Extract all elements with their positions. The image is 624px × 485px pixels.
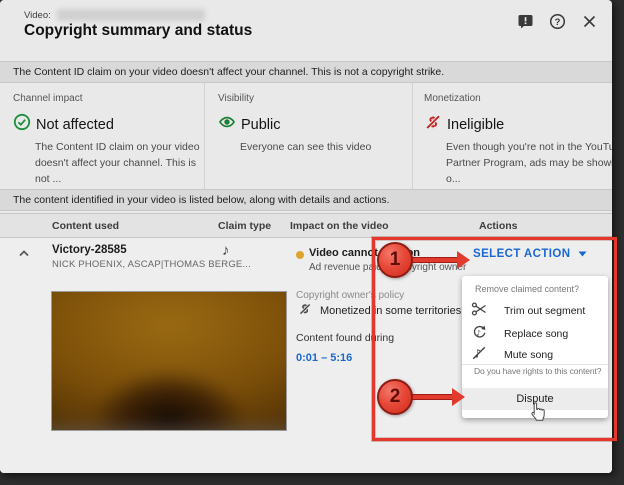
monetization-column: Monetization $ Ineligible Even though yo…: [413, 83, 612, 189]
channel-impact-column: Channel impact Not affected The Content …: [0, 83, 205, 189]
claim-info-banner: The Content ID claim on your video doesn…: [0, 61, 612, 83]
header-icon-group: ?: [516, 12, 598, 30]
channel-impact-status: Not affected: [36, 117, 114, 133]
column-header-actions: Actions: [479, 220, 518, 232]
help-icon[interactable]: ?: [548, 12, 566, 30]
visibility-status: Public: [241, 117, 281, 133]
screenshot-canvas: Video: Copyright summary and status ?: [0, 0, 624, 485]
dialog-title: Copyright summary and status: [24, 22, 252, 40]
monetization-label: Monetization: [424, 93, 612, 104]
hand-cursor-icon: [528, 400, 548, 428]
visibility-column: Visibility Public Everyone can see this …: [205, 83, 413, 189]
content-title: Victory-28585: [52, 244, 127, 256]
summary-section: Channel impact Not affected The Content …: [0, 83, 612, 189]
svg-text:?: ?: [554, 17, 560, 28]
table-header: Content used Claim type Impact on the vi…: [0, 213, 612, 238]
timestamp-link[interactable]: 0:01 – 5:16: [296, 352, 352, 364]
policy-dollar-slash-icon: $: [298, 302, 312, 321]
monetization-status: Ineligible: [447, 117, 504, 133]
close-icon[interactable]: [580, 12, 598, 30]
content-info-banner: The content identified in your video is …: [0, 189, 612, 211]
claim-status-dot: [296, 251, 304, 259]
annotation-step-1-badge: 1: [377, 242, 413, 278]
channel-impact-description: The Content ID claim on your video doesn…: [35, 140, 207, 187]
claim-info-text: The Content ID claim on your video doesn…: [13, 66, 444, 78]
blurred-frame: [51, 291, 287, 431]
check-circle-icon: [13, 113, 31, 136]
eye-icon: [218, 113, 236, 136]
column-header-claim-type: Claim type: [218, 220, 271, 232]
column-header-impact: Impact on the video: [290, 220, 389, 232]
feedback-icon[interactable]: [516, 12, 534, 30]
video-label: Video:: [24, 10, 51, 21]
monetization-description: Even though you're not in the YouTube Pa…: [446, 140, 612, 187]
video-thumbnail: [51, 291, 287, 431]
video-label-line: Video:: [24, 9, 205, 21]
dollar-slash-icon: $: [424, 113, 442, 136]
content-info-text: The content identified in your video is …: [13, 194, 389, 206]
channel-impact-label: Channel impact: [13, 93, 204, 104]
visibility-description: Everyone can see this video: [240, 140, 412, 156]
visibility-label: Visibility: [218, 93, 412, 104]
music-note-icon: ♪: [222, 242, 230, 259]
content-artist: NICK PHOENIX, ASCAP|THOMAS BERGE...: [52, 259, 251, 270]
chevron-up-icon[interactable]: [16, 245, 32, 261]
column-header-content-used: Content used: [52, 220, 119, 232]
blurred-video-title: [57, 9, 205, 21]
annotation-step-2-badge: 2: [377, 379, 413, 415]
